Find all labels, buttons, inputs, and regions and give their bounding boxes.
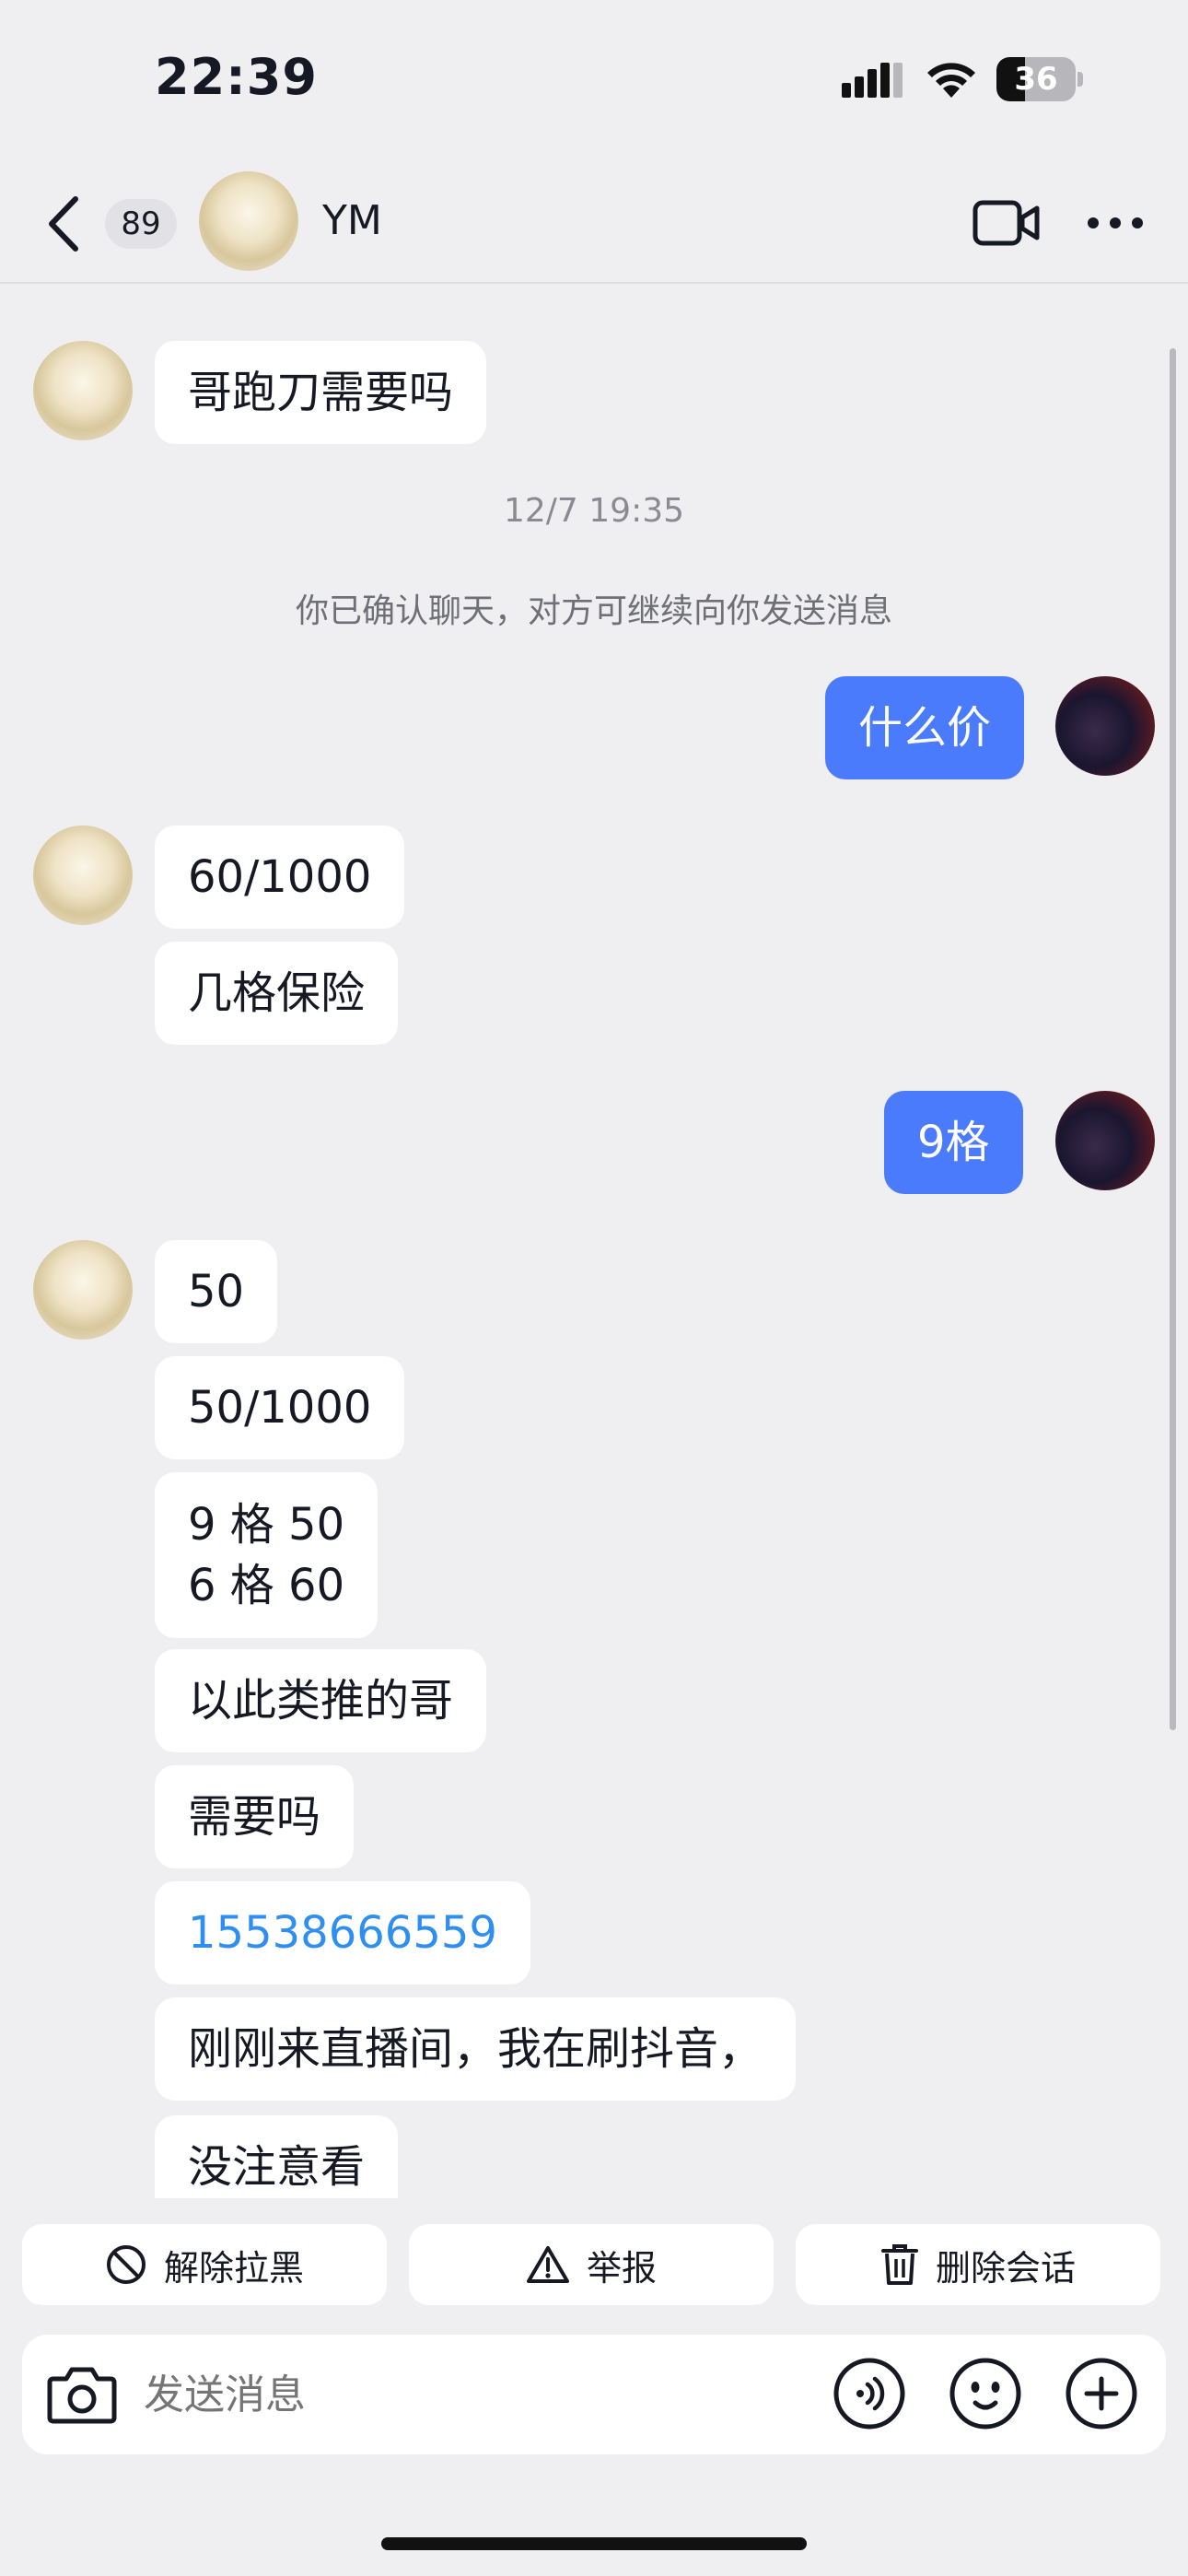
- trash-icon: [880, 2244, 918, 2285]
- camera-icon[interactable]: [46, 2360, 118, 2429]
- system-notice: 你已确认聊天，对方可继续向你发送消息: [295, 592, 892, 630]
- message-bubble-other[interactable]: 9 格 50 6 格 60: [155, 1472, 379, 1638]
- message-bubble-other[interactable]: 60/1000: [155, 825, 405, 929]
- back-arrow-icon[interactable]: [42, 193, 88, 254]
- unblock-label: 解除拉黑: [163, 2247, 304, 2289]
- message-bubble-me[interactable]: 9格: [884, 1091, 1023, 1194]
- message-bubble-other[interactable]: 哥跑刀需要吗: [155, 341, 487, 444]
- wifi-icon: [927, 63, 975, 98]
- contact-message-avatar[interactable]: [33, 341, 133, 440]
- status-time: 22:39: [155, 48, 318, 106]
- emoji-icon[interactable]: [949, 2357, 1022, 2430]
- contact-message-avatar[interactable]: [33, 1240, 133, 1340]
- message-bubble-other[interactable]: 以此类推的哥: [155, 1649, 487, 1752]
- unblock-button[interactable]: 解除拉黑: [22, 2224, 387, 2305]
- message-bubble-me[interactable]: 什么价: [825, 676, 1025, 779]
- battery-level: 36: [1014, 61, 1058, 98]
- delete-label: 删除会话: [935, 2247, 1076, 2289]
- message-bubble-phone[interactable]: 15538666559: [155, 1881, 530, 1985]
- message-input[interactable]: [144, 2364, 788, 2425]
- my-avatar[interactable]: [1055, 676, 1155, 776]
- voice-icon[interactable]: [833, 2357, 906, 2430]
- report-button[interactable]: 举报: [409, 2224, 774, 2305]
- block-icon: [106, 2245, 146, 2284]
- contact-name[interactable]: YM: [322, 197, 382, 244]
- message-bubble-other[interactable]: 需要吗: [155, 1765, 355, 1868]
- chat-scrollbar[interactable]: [1170, 348, 1176, 1730]
- my-avatar[interactable]: [1055, 1091, 1155, 1190]
- video-call-icon[interactable]: [973, 197, 1041, 249]
- contact-avatar[interactable]: [199, 171, 298, 271]
- home-indicator[interactable]: [381, 2537, 807, 2550]
- warning-icon: [526, 2246, 569, 2283]
- battery-icon: 36: [996, 57, 1085, 101]
- delete-conversation-button[interactable]: 删除会话: [796, 2224, 1160, 2305]
- message-bubble-other[interactable]: 50: [155, 1240, 278, 1343]
- message-bubble-other[interactable]: 50/1000: [155, 1356, 405, 1459]
- more-icon[interactable]: [1085, 212, 1146, 234]
- contact-message-avatar[interactable]: [33, 825, 133, 925]
- phone-number-link[interactable]: 15538666559: [188, 1907, 497, 1959]
- message-bubble-other[interactable]: 刚刚来直播间，我在刷抖音，: [155, 1997, 797, 2101]
- report-label: 举报: [586, 2247, 657, 2289]
- plus-icon[interactable]: [1065, 2357, 1138, 2430]
- message-timestamp: 12/7 19:35: [503, 492, 685, 530]
- unread-count-badge[interactable]: 89: [105, 199, 177, 249]
- header-divider: [0, 282, 1188, 284]
- message-bubble-other[interactable]: 几格保险: [155, 942, 399, 1045]
- cellular-signal-icon: [842, 63, 903, 98]
